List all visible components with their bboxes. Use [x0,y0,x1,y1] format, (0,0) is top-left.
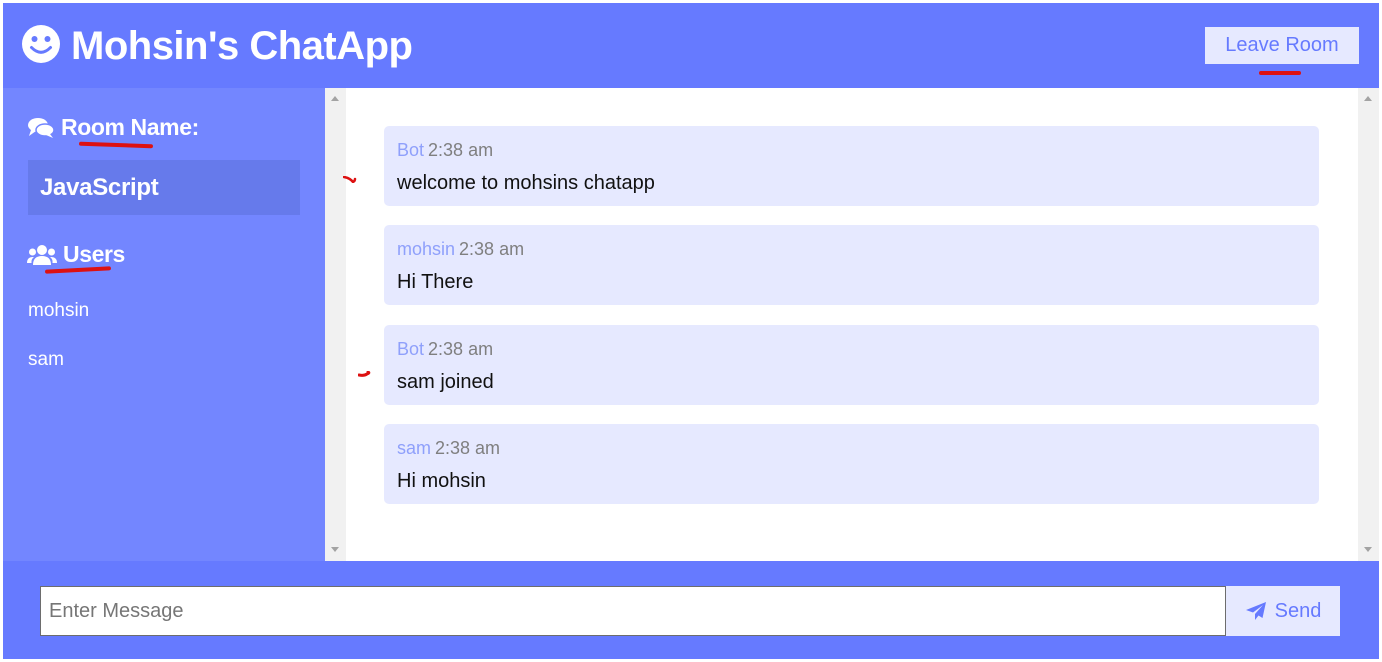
message-text: Hi There [397,271,474,293]
paper-plane-icon [1245,602,1266,620]
comments-icon [28,117,55,138]
scroll-up-arrow-icon[interactable] [1364,96,1372,101]
chat-message: Bot 2:38 am welcome to mohsins chatapp [384,126,1319,206]
chat-message: Bot 2:38 am sam joined [384,325,1319,405]
message-text: welcome to mohsins chatapp [397,172,655,194]
users-icon [27,244,57,265]
annotation-tick-mark [358,371,371,377]
users-heading-label: Users [63,241,125,267]
annotation-tick-mark [343,176,357,183]
chat-message: mohsin 2:38 am Hi There [384,225,1319,305]
message-composer: Send [3,561,1379,659]
leave-room-button[interactable]: Leave Room [1205,27,1359,64]
annotation-underline-room [78,141,154,149]
send-button[interactable]: Send [1226,586,1340,636]
scroll-down-arrow-icon[interactable] [1364,547,1372,552]
message-meta: mohsin 2:38 am [397,239,524,260]
message-input[interactable] [40,586,1226,636]
scroll-down-arrow-icon[interactable] [331,547,339,552]
message-username: Bot [397,339,425,359]
room-name-value: JavaScript [28,160,300,215]
user-list-item: sam [28,349,64,370]
message-text: sam joined [397,371,494,393]
chat-messages-panel[interactable]: Bot 2:38 am welcome to mohsins chatapp mo… [325,88,1379,561]
left-scrollbar[interactable] [325,88,346,561]
users-heading: Users [27,241,125,268]
annotation-underline-leave [1259,71,1301,75]
message-time: 2:38 am [428,140,494,160]
smiley-face-icon [22,25,60,63]
send-button-label: Send [1274,599,1322,622]
header-bar: Mohsin's ChatApp Leave Room [3,3,1379,88]
message-meta: Bot 2:38 am [397,339,493,360]
message-time: 2:38 am [459,239,525,259]
message-username: Bot [397,140,425,160]
scroll-up-arrow-icon[interactable] [331,96,339,101]
chat-app: Mohsin's ChatApp Leave Room Room Name: J… [3,3,1379,659]
message-username: sam [397,438,432,458]
sidebar: Room Name: JavaScript Users mohsin sam [3,88,325,561]
message-meta: Bot 2:38 am [397,140,493,161]
right-scrollbar[interactable] [1358,88,1379,561]
chat-message: sam 2:38 am Hi mohsin [384,424,1319,504]
message-text: Hi mohsin [397,470,486,492]
user-list-item: mohsin [28,300,90,321]
room-name-heading-label: Room Name: [61,114,199,140]
message-time: 2:38 am [428,339,494,359]
message-time: 2:38 am [435,438,501,458]
message-username: mohsin [397,239,456,259]
message-meta: sam 2:38 am [397,438,500,459]
room-name-heading: Room Name: [27,114,199,141]
app-title: Mohsin's ChatApp [71,24,413,68]
